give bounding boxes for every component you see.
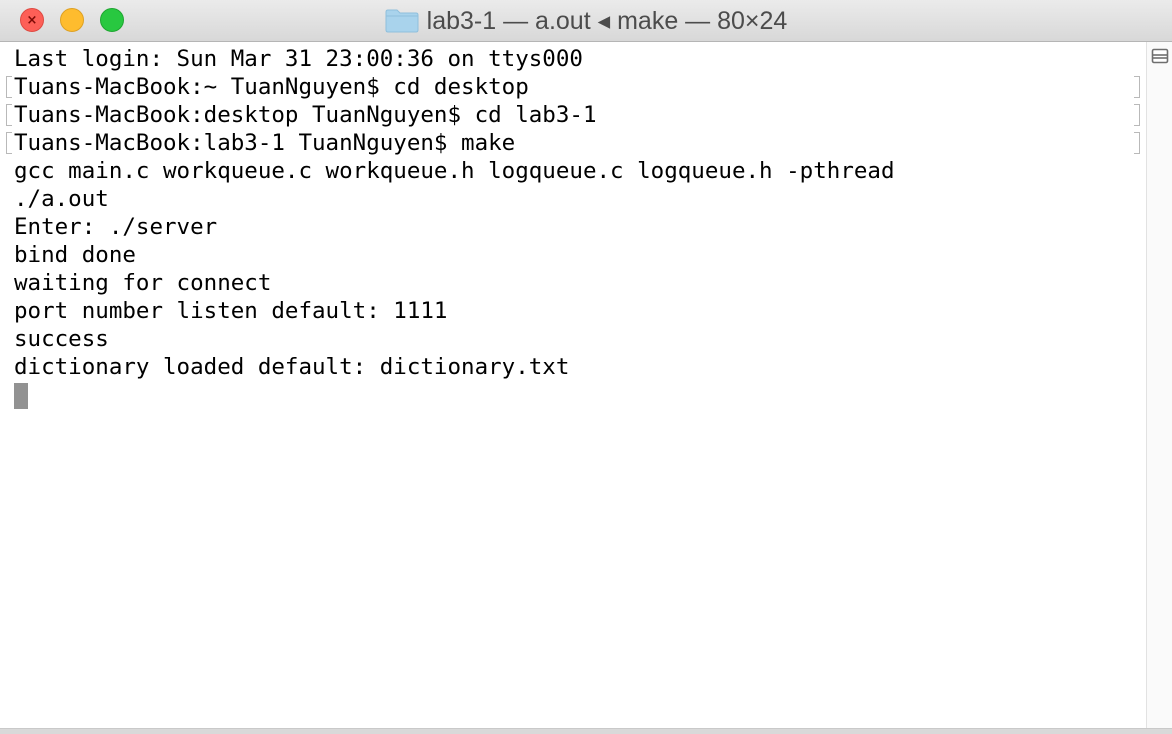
close-button[interactable]: × bbox=[20, 8, 44, 32]
window-bottom-edge bbox=[0, 728, 1172, 734]
window-title: lab3-1 — a.out ◂ make — 80×24 bbox=[426, 7, 788, 35]
minimize-button[interactable] bbox=[60, 8, 84, 32]
prompt-mark-left bbox=[6, 132, 12, 154]
prompt-mark-left bbox=[6, 76, 12, 98]
split-pane-icon[interactable] bbox=[1149, 45, 1171, 67]
terminal-line: Tuans-MacBook:desktop TuanNguyen$ cd lab… bbox=[14, 102, 597, 128]
terminal-line: dictionary loaded default: dictionary.tx… bbox=[14, 354, 570, 380]
prompt-mark-right bbox=[1134, 132, 1140, 154]
terminal-line: gcc main.c workqueue.c workqueue.h logqu… bbox=[14, 158, 895, 184]
terminal-line: Tuans-MacBook:lab3-1 TuanNguyen$ make bbox=[14, 130, 516, 156]
zoom-button[interactable] bbox=[100, 8, 124, 32]
prompt-mark-right bbox=[1134, 76, 1140, 98]
close-icon: × bbox=[26, 12, 38, 28]
title-bar[interactable]: × lab3-1 — a.out ◂ make — 80×24 bbox=[0, 0, 1172, 42]
scrollbar-track[interactable] bbox=[1146, 42, 1172, 728]
terminal-line: Tuans-MacBook:~ TuanNguyen$ cd desktop bbox=[14, 74, 529, 100]
terminal-window: × lab3-1 — a.out ◂ make — 80×24 Last log… bbox=[0, 0, 1172, 734]
folder-icon bbox=[385, 9, 419, 33]
prompt-mark-right bbox=[1134, 104, 1140, 126]
window-title-group: lab3-1 — a.out ◂ make — 80×24 bbox=[0, 0, 1172, 42]
terminal-line: port number listen default: 1111 bbox=[14, 298, 448, 324]
prompt-mark-left bbox=[6, 104, 12, 126]
terminal-line: Last login: Sun Mar 31 23:00:36 on ttys0… bbox=[14, 46, 583, 72]
terminal-line: success bbox=[14, 326, 109, 352]
terminal-content[interactable]: Last login: Sun Mar 31 23:00:36 on ttys0… bbox=[0, 42, 1146, 728]
terminal-line: Enter: ./server bbox=[14, 214, 218, 240]
terminal-line: bind done bbox=[14, 242, 136, 268]
text-cursor bbox=[14, 383, 28, 409]
terminal-line: ./a.out bbox=[14, 186, 109, 212]
terminal-line: waiting for connect bbox=[14, 270, 272, 296]
